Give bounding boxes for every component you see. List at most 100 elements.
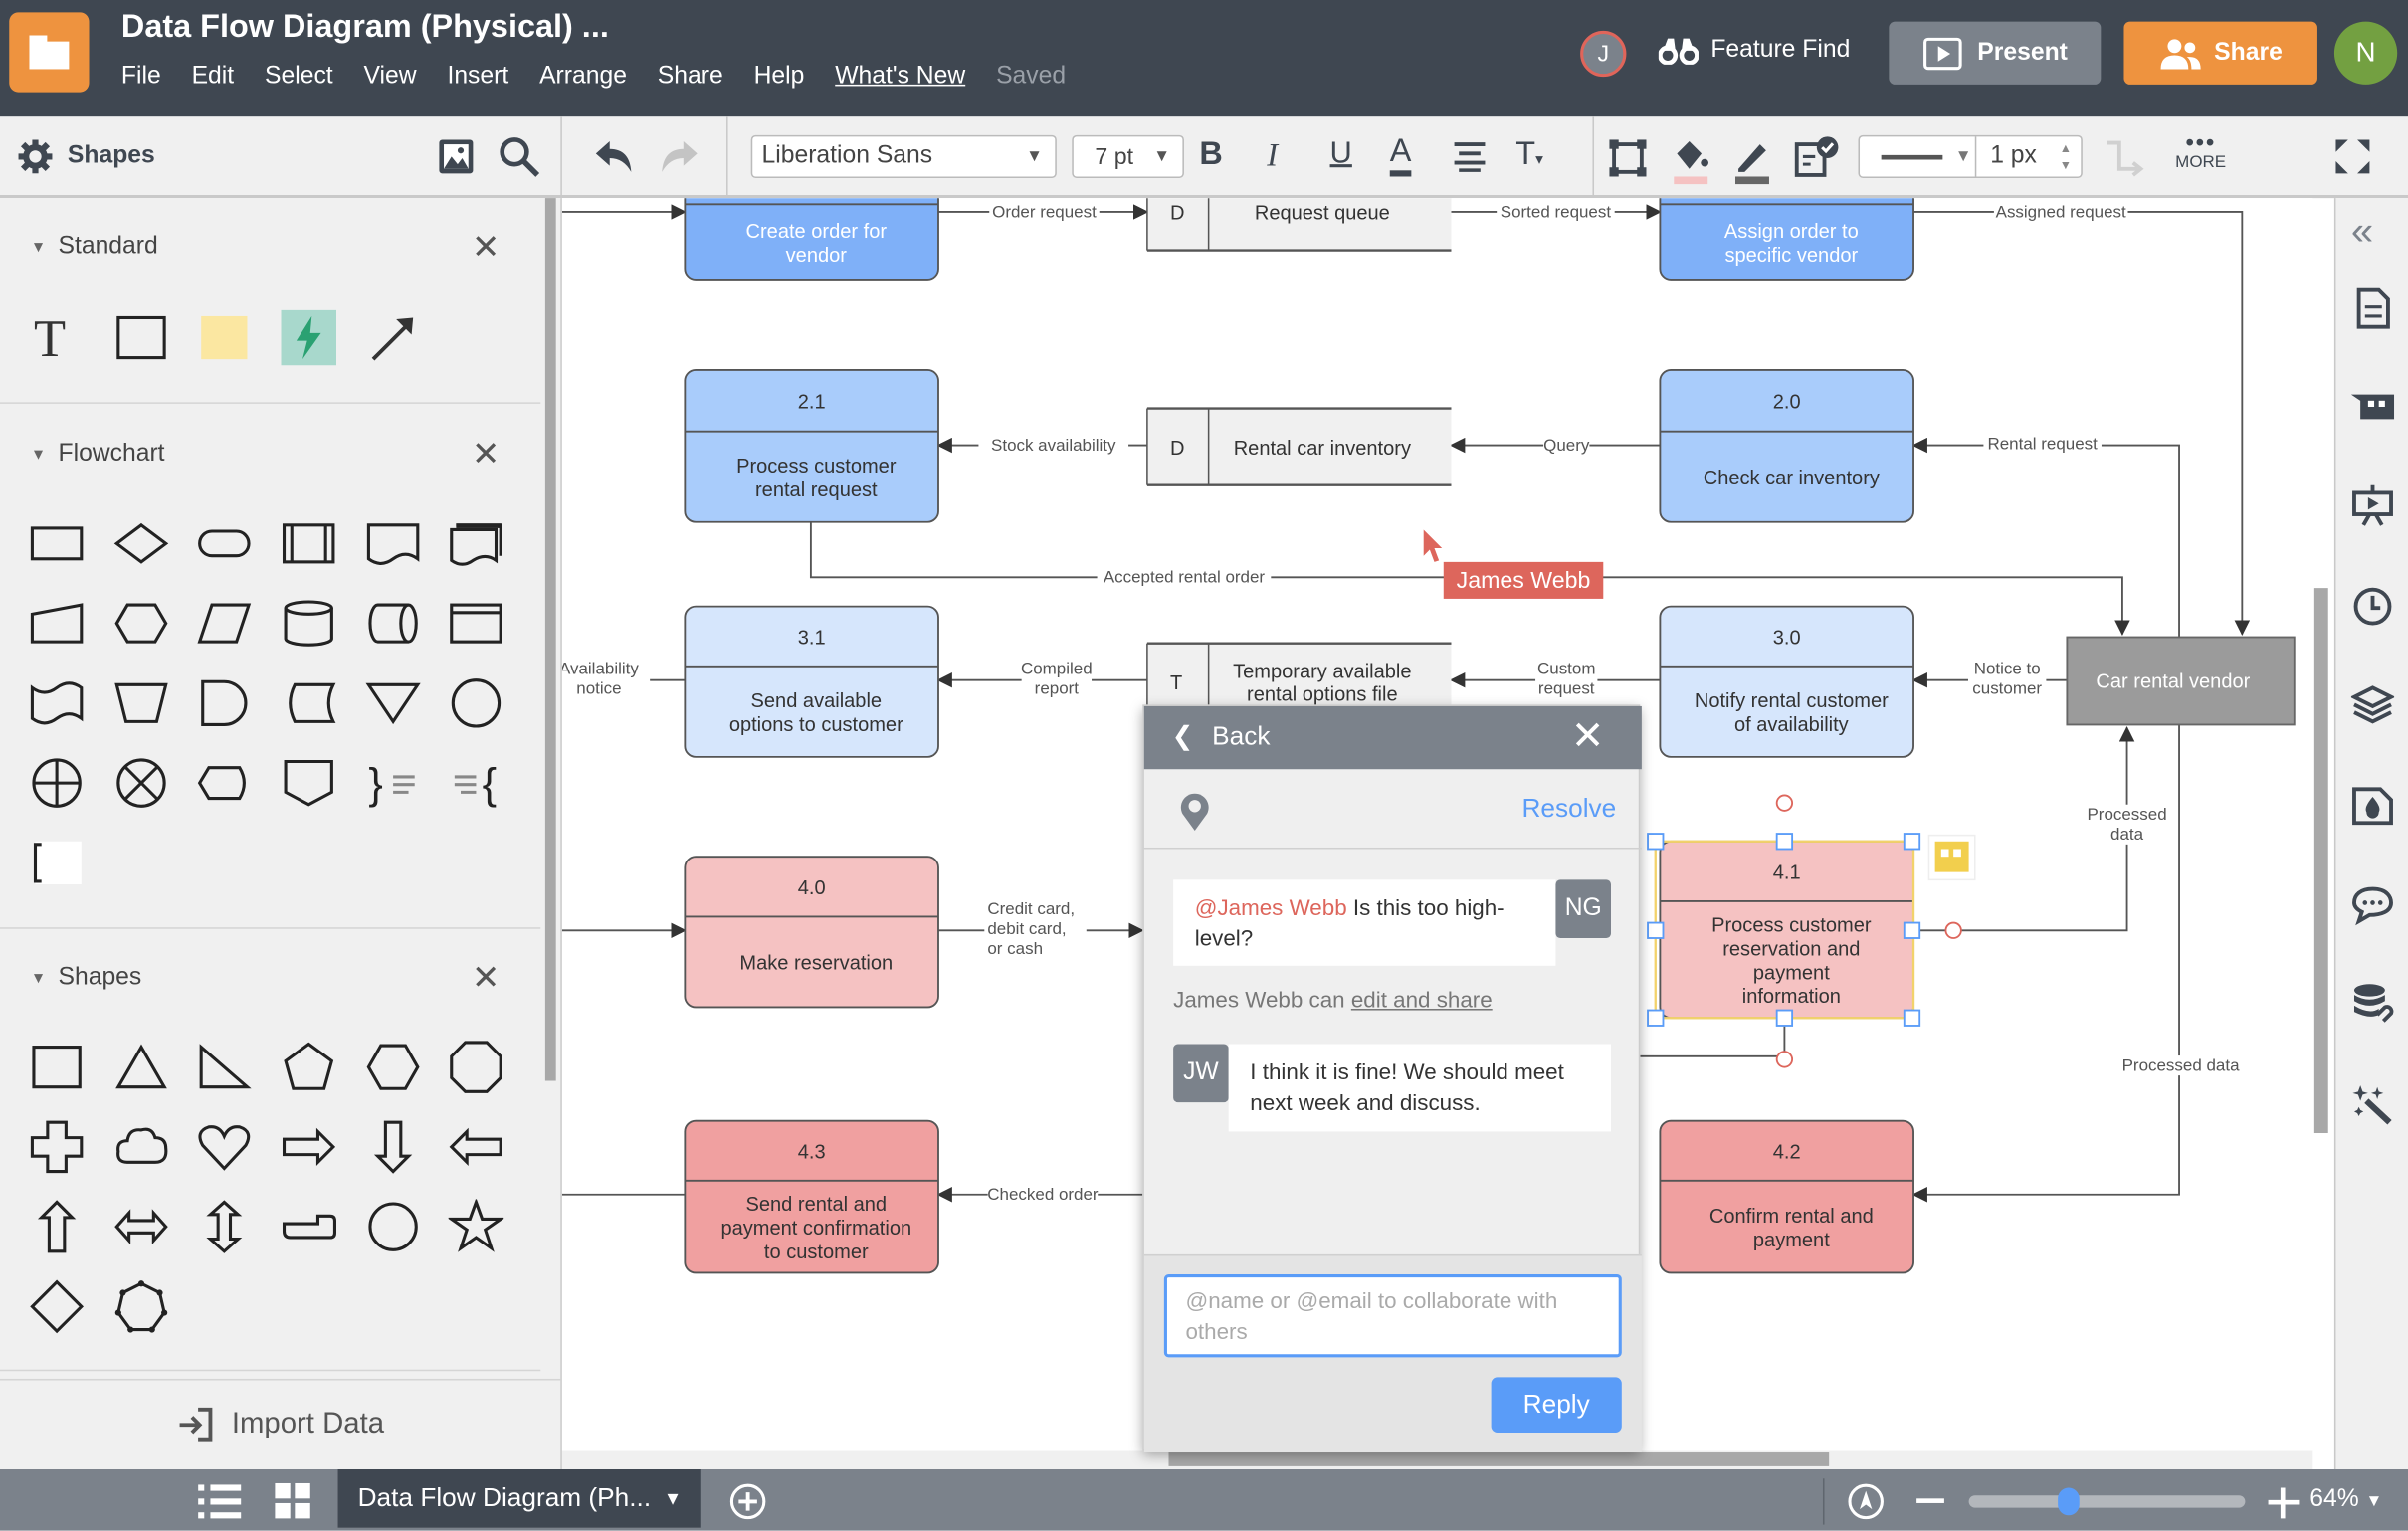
data-flow-connector[interactable]: Checked order — [936, 1184, 1143, 1205]
data-flow-connector[interactable]: Processed data — [1911, 724, 2240, 1203]
arrow-up-down-shape-icon[interactable] — [197, 1199, 253, 1254]
text-options-icon[interactable]: T▾ — [1515, 136, 1543, 173]
data-flow-connector[interactable]: Processeddata — [1913, 726, 2167, 932]
menu-select[interactable]: Select — [265, 63, 333, 91]
connection-point[interactable] — [1775, 1051, 1794, 1068]
diamond-shape-icon[interactable] — [29, 1279, 85, 1335]
user-avatar[interactable]: N — [2333, 21, 2398, 85]
circle-shape-icon[interactable] — [365, 1199, 421, 1254]
data-flow-connector[interactable]: Stock availability — [936, 435, 1147, 456]
delay-shape-icon[interactable] — [197, 675, 253, 731]
fill-color-icon[interactable] — [1671, 135, 1710, 185]
resize-handle[interactable] — [1647, 1009, 1665, 1027]
process-node-4.0[interactable]: 4.0 Make reservation — [684, 856, 939, 1009]
stepper-icon[interactable]: ▲ ▼ — [2060, 139, 2072, 173]
underline-icon[interactable]: U — [1330, 136, 1352, 171]
left-panel-scrollbar[interactable] — [544, 198, 556, 1081]
cross-shape-icon[interactable] — [29, 1119, 85, 1175]
connection-point[interactable] — [1775, 794, 1794, 812]
font-family-select[interactable]: Liberation Sans ▼ — [750, 134, 1057, 179]
menu-help[interactable]: Help — [754, 63, 805, 91]
data-store[interactable]: D Rental car inventory — [1146, 407, 1452, 486]
data-flow-connector[interactable]: Query — [1449, 435, 1661, 456]
line-style-select[interactable]: ▼ 1 px ▲ ▼ — [1858, 134, 2083, 179]
document-title[interactable]: Data Flow Diagram (Physical) ... — [121, 9, 609, 46]
section-header-flowchart[interactable]: ▼ Flowchart — [31, 441, 165, 469]
page-settings-icon[interactable] — [2351, 287, 2394, 330]
menu-insert[interactable]: Insert — [447, 63, 508, 91]
present-button[interactable]: Present — [1889, 21, 2102, 85]
connector-style-icon[interactable] — [2104, 138, 2144, 178]
data-flow-connector[interactable]: Rental request — [1911, 434, 2180, 638]
data-flow-connector[interactable]: Credit card,debit card,or cash — [937, 898, 1144, 959]
back-button[interactable]: ❮ Back — [1172, 721, 1271, 752]
preparation-shape-icon[interactable] — [113, 596, 169, 652]
close-icon[interactable]: ✕ — [472, 435, 500, 475]
arrow-left-shape-icon[interactable] — [449, 1119, 504, 1175]
page-tab[interactable]: Data Flow Diagram (Ph... ▼ — [337, 1469, 701, 1528]
or-shape-icon[interactable] — [113, 755, 169, 811]
shape-frame-icon[interactable] — [1608, 138, 1648, 178]
process-node-4.3[interactable]: 4.3 Send rental andpayment confirmationto… — [684, 1119, 939, 1274]
data-flow-connector[interactable]: Sorted request — [1451, 201, 1662, 223]
display-shape-icon[interactable] — [197, 755, 253, 811]
resize-handle[interactable] — [1647, 833, 1665, 851]
terminator-shape-icon[interactable] — [197, 516, 253, 572]
font-size-select[interactable]: 7 pt ▼ — [1072, 134, 1184, 179]
bold-icon[interactable]: B — [1199, 136, 1222, 173]
menu-edit[interactable]: Edit — [192, 63, 235, 91]
vertical-scrollbar[interactable] — [2313, 588, 2328, 1134]
punched-tape-shape-icon[interactable] — [29, 675, 85, 731]
process-node-4.2[interactable]: 4.2 Confirm rental andpayment — [1659, 1119, 1914, 1274]
external-entity-car-rental-vendor[interactable]: Car rental vendor — [2066, 636, 2296, 726]
feature-find-button[interactable]: Feature Find — [1658, 37, 1850, 65]
collapse-icon[interactable]: « — [2351, 210, 2394, 257]
documents-logo-icon[interactable] — [9, 12, 90, 93]
close-icon[interactable]: ✕ — [472, 227, 500, 267]
presentation-icon[interactable] — [2351, 483, 2394, 526]
connection-point[interactable] — [1944, 921, 1962, 939]
data-flow-connector[interactable]: Customrequest — [1449, 659, 1661, 699]
zoom-slider-track[interactable] — [1968, 1495, 2246, 1508]
process-node-2.0[interactable]: 2.0 Check car inventory — [1659, 369, 1914, 523]
mention[interactable]: @James Webb — [1195, 896, 1347, 921]
decision-shape-icon[interactable] — [113, 516, 169, 572]
data-store[interactable]: D Request queue — [1146, 198, 1452, 252]
navigate-compass-icon[interactable] — [1848, 1483, 1885, 1520]
process-node-2.1[interactable]: 2.1 Process customerrental request — [684, 369, 939, 523]
merge-shape-icon[interactable] — [365, 675, 421, 731]
annotation-right-shape-icon[interactable]: } — [365, 755, 421, 811]
data-flow-connector[interactable]: Availabilitynotice — [561, 659, 686, 699]
data-linking-icon[interactable] — [2351, 981, 2394, 1024]
resize-handle[interactable] — [1903, 1009, 1921, 1027]
menu-view[interactable]: View — [364, 63, 417, 91]
comments-icon[interactable] — [2351, 882, 2394, 926]
bracket-shape-icon[interactable] — [29, 836, 85, 891]
process-node-3.0[interactable]: 3.0 Notify rental customerof availability — [1659, 605, 1914, 758]
zoom-out-icon[interactable] — [1916, 1498, 1944, 1503]
process-node-3.1[interactable]: 3.1 Send availableoptions to customer — [684, 605, 939, 758]
line-color-icon[interactable] — [1732, 135, 1772, 185]
layers-icon[interactable] — [2350, 683, 2395, 726]
fullscreen-icon[interactable] — [2334, 138, 2371, 175]
zoom-level[interactable]: 64% ▼ — [2309, 1486, 2382, 1514]
menu-arrange[interactable]: Arrange — [539, 63, 627, 91]
manual-input-shape-icon[interactable] — [29, 596, 85, 652]
menu-file[interactable]: File — [121, 63, 161, 91]
heart-shape-icon[interactable] — [197, 1119, 253, 1175]
document-shape-icon[interactable] — [365, 516, 421, 572]
arrow-up-shape-icon[interactable] — [29, 1199, 85, 1254]
image-icon[interactable] — [438, 138, 475, 175]
more-button[interactable]: ••• MORE — [2170, 131, 2232, 172]
data-flow-connector[interactable]: Assigned request — [1913, 201, 2251, 636]
edit-and-share-link[interactable]: edit and share — [1351, 989, 1493, 1014]
rectangle-shape-icon[interactable] — [29, 1040, 85, 1095]
data-flow-connector[interactable]: Notice tocustomer — [1911, 659, 2068, 699]
import-data-button[interactable]: Import Data — [0, 1378, 561, 1469]
gear-icon[interactable] — [18, 139, 53, 174]
process-node-4.1[interactable]: 4.1 Process customerreservation andpaymen… — [1659, 840, 1914, 1020]
close-icon[interactable]: ✕ — [472, 958, 500, 998]
direct-access-shape-icon[interactable] — [365, 596, 421, 652]
internal-storage-shape-icon[interactable] — [449, 596, 504, 652]
arrow-left-right-shape-icon[interactable] — [113, 1199, 169, 1254]
